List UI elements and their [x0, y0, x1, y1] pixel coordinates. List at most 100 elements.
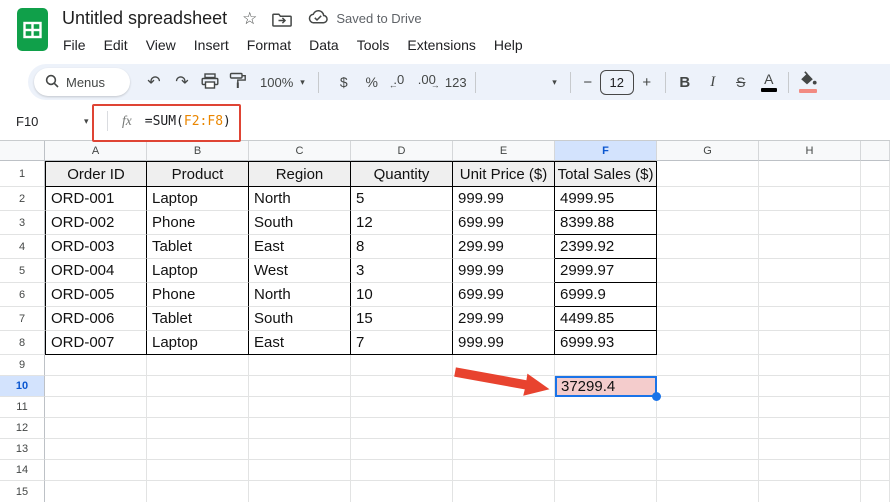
cell-D12[interactable]: [351, 418, 453, 439]
cell-B14[interactable]: [147, 460, 249, 481]
cell-F9[interactable]: [555, 355, 657, 376]
cell-F11[interactable]: [555, 397, 657, 418]
row-header-9[interactable]: 9: [0, 355, 45, 376]
cell-A10[interactable]: [45, 376, 147, 397]
cell-E12[interactable]: [453, 418, 555, 439]
select-all-corner[interactable]: [0, 141, 45, 161]
cell-partial-15[interactable]: [861, 481, 890, 502]
cell-H12[interactable]: [759, 418, 861, 439]
document-title[interactable]: Untitled spreadsheet: [62, 8, 227, 29]
cell-H10[interactable]: [759, 376, 861, 397]
cell-partial-12[interactable]: [861, 418, 890, 439]
cell-F1[interactable]: Total Sales ($): [555, 161, 657, 187]
cell-C12[interactable]: [249, 418, 351, 439]
column-header-H[interactable]: H: [759, 141, 861, 161]
row-header-13[interactable]: 13: [0, 439, 45, 460]
cell-A1[interactable]: Order ID: [45, 161, 147, 187]
column-header-E[interactable]: E: [453, 141, 555, 161]
cell-G3[interactable]: [657, 211, 759, 235]
cell-F6[interactable]: 6999.9: [555, 283, 657, 307]
cell-F2[interactable]: 4999.95: [555, 187, 657, 211]
cell-C3[interactable]: South: [249, 211, 351, 235]
cell-F5[interactable]: 2999.97: [555, 259, 657, 283]
column-header-F[interactable]: F: [555, 141, 657, 161]
cell-E6[interactable]: 699.99: [453, 283, 555, 307]
cell-H2[interactable]: [759, 187, 861, 211]
cell-A6[interactable]: ORD-005: [45, 283, 147, 307]
row-header-11[interactable]: 11: [0, 397, 45, 418]
cell-C14[interactable]: [249, 460, 351, 481]
cell-F7[interactable]: 4499.85: [555, 307, 657, 331]
cell-B11[interactable]: [147, 397, 249, 418]
cell-H14[interactable]: [759, 460, 861, 481]
cell-E5[interactable]: 999.99: [453, 259, 555, 283]
cell-C13[interactable]: [249, 439, 351, 460]
row-header-3[interactable]: 3: [0, 211, 45, 235]
cell-H3[interactable]: [759, 211, 861, 235]
cell-H5[interactable]: [759, 259, 861, 283]
cell-partial-5[interactable]: [861, 259, 890, 283]
cell-C5[interactable]: West: [249, 259, 351, 283]
print-button[interactable]: [196, 68, 224, 96]
cell-F13[interactable]: [555, 439, 657, 460]
row-header-2[interactable]: 2: [0, 187, 45, 211]
cell-A13[interactable]: [45, 439, 147, 460]
cell-G4[interactable]: [657, 235, 759, 259]
cell-B4[interactable]: Tablet: [147, 235, 249, 259]
cell-B9[interactable]: [147, 355, 249, 376]
row-header-4[interactable]: 4: [0, 235, 45, 259]
cell-B13[interactable]: [147, 439, 249, 460]
cell-partial-2[interactable]: [861, 187, 890, 211]
cell-E14[interactable]: [453, 460, 555, 481]
cell-D15[interactable]: [351, 481, 453, 502]
cell-F4[interactable]: 2399.92: [555, 235, 657, 259]
row-header-8[interactable]: 8: [0, 331, 45, 355]
menu-item-tools[interactable]: Tools: [348, 37, 399, 53]
cell-F10-selected[interactable]: 37299.4: [555, 376, 657, 397]
cell-G8[interactable]: [657, 331, 759, 355]
cell-C11[interactable]: [249, 397, 351, 418]
cell-F8[interactable]: 6999.93: [555, 331, 657, 355]
fill-color-button[interactable]: [794, 68, 822, 96]
cell-A14[interactable]: [45, 460, 147, 481]
cell-G10[interactable]: [657, 376, 759, 397]
cell-H6[interactable]: [759, 283, 861, 307]
cell-G15[interactable]: [657, 481, 759, 502]
cell-G7[interactable]: [657, 307, 759, 331]
cell-partial-11[interactable]: [861, 397, 890, 418]
undo-button[interactable]: ↶: [140, 68, 168, 96]
cell-B15[interactable]: [147, 481, 249, 502]
row-header-5[interactable]: 5: [0, 259, 45, 283]
cell-A15[interactable]: [45, 481, 147, 502]
cell-F14[interactable]: [555, 460, 657, 481]
increase-font-size-button[interactable]: +: [634, 68, 660, 96]
strikethrough-button[interactable]: S: [727, 68, 755, 96]
cell-H7[interactable]: [759, 307, 861, 331]
cell-A7[interactable]: ORD-006: [45, 307, 147, 331]
cell-D4[interactable]: 8: [351, 235, 453, 259]
cell-partial-4[interactable]: [861, 235, 890, 259]
star-icon[interactable]: ☆: [242, 10, 257, 27]
cell-C8[interactable]: East: [249, 331, 351, 355]
cell-F15[interactable]: [555, 481, 657, 502]
cell-D5[interactable]: 3: [351, 259, 453, 283]
column-header-partial[interactable]: [861, 141, 890, 161]
cell-D7[interactable]: 15: [351, 307, 453, 331]
column-header-D[interactable]: D: [351, 141, 453, 161]
cell-partial-6[interactable]: [861, 283, 890, 307]
cell-G14[interactable]: [657, 460, 759, 481]
cell-partial-10[interactable]: [861, 376, 890, 397]
cell-H13[interactable]: [759, 439, 861, 460]
menu-item-help[interactable]: Help: [485, 37, 532, 53]
paint-format-button[interactable]: [224, 68, 252, 96]
cell-E11[interactable]: [453, 397, 555, 418]
cell-partial-13[interactable]: [861, 439, 890, 460]
cell-C2[interactable]: North: [249, 187, 351, 211]
increase-decimal-button[interactable]: .00 →: [412, 69, 442, 95]
cell-E7[interactable]: 299.99: [453, 307, 555, 331]
menu-item-extensions[interactable]: Extensions: [398, 37, 484, 53]
cell-A4[interactable]: ORD-003: [45, 235, 147, 259]
cell-G12[interactable]: [657, 418, 759, 439]
menu-item-edit[interactable]: Edit: [95, 37, 137, 53]
decrease-decimal-button[interactable]: .0 ←: [386, 69, 412, 95]
